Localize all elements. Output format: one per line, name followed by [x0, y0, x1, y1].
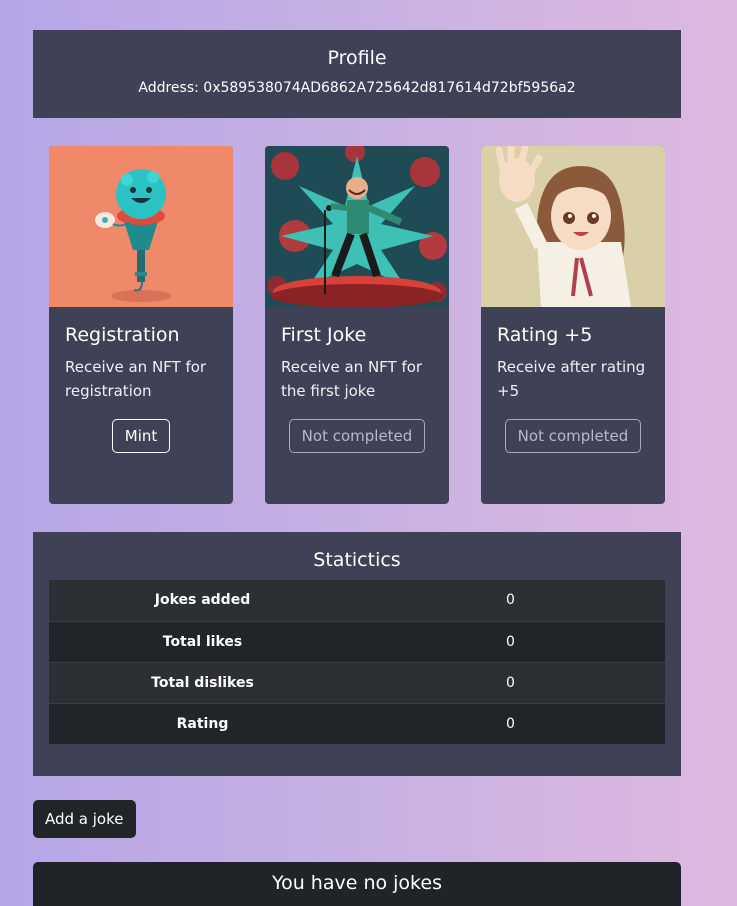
table-row: Total likes 0 [49, 621, 665, 663]
table-row: Total dislikes 0 [49, 662, 665, 704]
stat-value: 0 [356, 621, 665, 663]
achievement-card-rating: Rating +5 Receive after rating +5 Not co… [481, 146, 665, 504]
comedian-on-stage-image [265, 146, 449, 307]
card-title: Rating +5 [497, 324, 593, 346]
table-row: Rating 0 [49, 703, 665, 745]
jokes-section: You have no jokes [33, 862, 681, 906]
not-completed-button[interactable]: Not completed [288, 419, 426, 453]
achievement-card-registration: Registration Receive an NFT for registra… [49, 146, 233, 504]
profile-panel: Profile Address: 0x589538074AD6862A72564… [33, 30, 681, 118]
statistics-table: Jokes added 0 Total likes 0 Total dislik… [49, 580, 665, 745]
wallet-address: Address: 0x589538074AD6862A725642d817614… [138, 80, 576, 96]
add-joke-button[interactable]: Add a joke [33, 800, 136, 838]
stat-label: Total dislikes [49, 662, 356, 704]
stat-value: 0 [356, 580, 665, 622]
card-description: Receive an NFT for the first joke [281, 358, 423, 400]
card-description: Receive an NFT for registration [65, 358, 207, 400]
card-description: Receive after rating +5 [497, 358, 646, 400]
microphone-mascot-image [49, 146, 233, 307]
stat-label: Total likes [49, 621, 356, 663]
table-row: Jokes added 0 [49, 580, 665, 622]
no-jokes-heading: You have no jokes [272, 872, 442, 894]
anime-girl-waving-image [481, 146, 665, 307]
card-title: First Joke [281, 324, 367, 346]
stat-value: 0 [356, 703, 665, 745]
stat-value: 0 [356, 662, 665, 704]
not-completed-button[interactable]: Not completed [504, 419, 642, 453]
stat-label: Rating [49, 703, 356, 745]
mint-button[interactable]: Mint [111, 419, 171, 453]
statistics-title: Statictics [313, 549, 401, 571]
stat-label: Jokes added [49, 580, 356, 622]
achievement-card-first-joke: First Joke Receive an NFT for the first … [265, 146, 449, 504]
profile-title: Profile [327, 47, 387, 69]
card-title: Registration [65, 324, 180, 346]
statistics-panel: Statictics Jokes added 0 Total likes 0 T… [33, 532, 681, 776]
